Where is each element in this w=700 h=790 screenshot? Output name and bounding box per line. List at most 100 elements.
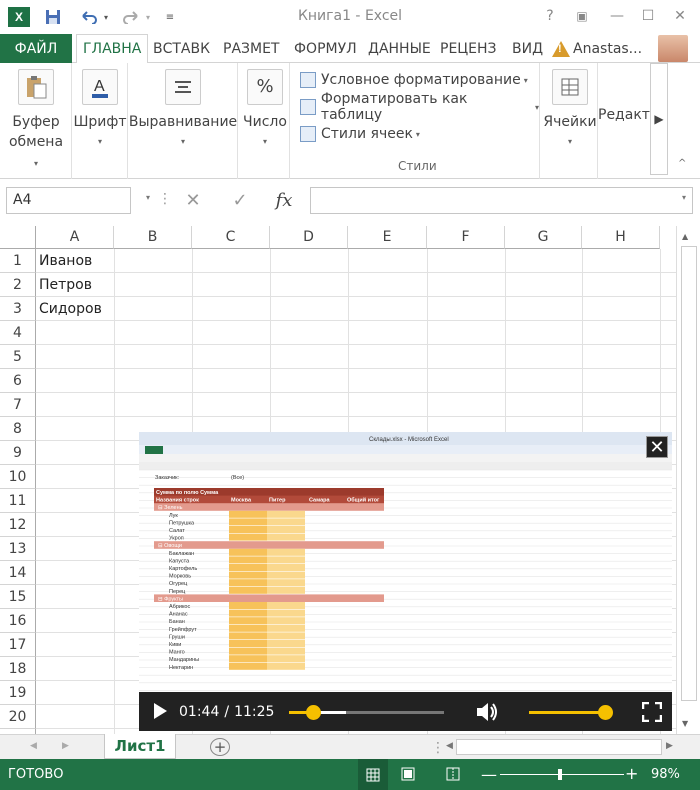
- help-button[interactable]: ?: [537, 6, 563, 26]
- avatar[interactable]: [658, 35, 688, 62]
- row-header-17[interactable]: 17: [0, 633, 36, 657]
- scroll-up-icon[interactable]: ▲: [682, 232, 688, 241]
- row-header-20[interactable]: 20: [0, 705, 36, 729]
- horizontal-scrollbar[interactable]: [456, 739, 662, 755]
- font-button[interactable]: A Шрифт ▾: [73, 69, 127, 152]
- format-as-table-label: Форматировать как таблицу: [320, 91, 468, 123]
- column-header-c[interactable]: C: [192, 226, 270, 249]
- cell-styles-button[interactable]: Стили ячеек ▾: [300, 123, 420, 145]
- ribbon-display-options-icon[interactable]: ▣: [569, 6, 595, 26]
- tab-view[interactable]: ВИД: [506, 34, 549, 63]
- cancel-entry-icon[interactable]: ✕: [173, 187, 213, 214]
- column-header-f[interactable]: F: [427, 226, 505, 249]
- column-header-a[interactable]: A: [36, 226, 114, 249]
- cell-a3[interactable]: Сидоров: [39, 297, 102, 321]
- alignment-button[interactable]: Выравнивание ▾: [129, 69, 237, 152]
- sheet-tab-list1[interactable]: Лист1: [104, 734, 176, 759]
- row-header-2[interactable]: 2: [0, 273, 36, 297]
- volume-icon[interactable]: [475, 701, 499, 726]
- seek-bar[interactable]: [289, 705, 444, 720]
- close-window-button[interactable]: ✕: [667, 6, 693, 26]
- next-sheet-icon[interactable]: ▶: [62, 741, 69, 751]
- name-box-dropdown-icon[interactable]: ▾: [146, 193, 150, 202]
- tab-file[interactable]: ФАЙЛ: [0, 34, 72, 63]
- ribbon-scroll-right[interactable]: ▶: [650, 63, 668, 175]
- row-header-10[interactable]: 10: [0, 465, 36, 489]
- name-box[interactable]: A4: [6, 187, 131, 214]
- insert-function-button[interactable]: fx: [264, 187, 304, 214]
- row-header-7[interactable]: 7: [0, 393, 36, 417]
- zoom-level[interactable]: 98%: [651, 767, 680, 782]
- thumb-heat-cell: [267, 609, 305, 617]
- column-header-b[interactable]: B: [114, 226, 192, 249]
- tab-home[interactable]: ГЛАВНА: [76, 34, 149, 64]
- conditional-formatting-button[interactable]: Условное форматирование ▾: [300, 69, 528, 91]
- scroll-down-icon[interactable]: ▼: [682, 719, 688, 728]
- confirm-entry-icon[interactable]: ✓: [220, 187, 260, 214]
- cell-a1[interactable]: Иванов: [39, 249, 92, 273]
- cells-button[interactable]: Ячейки ▾: [542, 69, 598, 152]
- player-controls: 01:44 / 11:25: [139, 692, 672, 731]
- row-header-6[interactable]: 6: [0, 369, 36, 393]
- row-header-14[interactable]: 14: [0, 561, 36, 585]
- fullscreen-icon[interactable]: [641, 701, 663, 725]
- row-header-18[interactable]: 18: [0, 657, 36, 681]
- tab-formulas[interactable]: ФОРМУЛ: [288, 34, 363, 63]
- add-sheet-button[interactable]: +: [210, 738, 230, 756]
- tab-data[interactable]: ДАННЫЕ: [362, 34, 437, 63]
- row-header-16[interactable]: 16: [0, 609, 36, 633]
- row-header-13[interactable]: 13: [0, 537, 36, 561]
- time-display: 01:44 / 11:25: [179, 692, 274, 731]
- volume-handle[interactable]: [598, 705, 613, 720]
- row-header-12[interactable]: 12: [0, 513, 36, 537]
- format-as-table-button[interactable]: Форматировать как таблицу ▾: [300, 91, 539, 123]
- volume-slider[interactable]: [529, 705, 613, 720]
- select-all-corner[interactable]: [0, 226, 36, 249]
- formula-input[interactable]: [310, 187, 693, 214]
- normal-view-icon[interactable]: [358, 759, 388, 790]
- row-header-8[interactable]: 8: [0, 417, 36, 441]
- scroll-right-icon[interactable]: ▶: [666, 741, 673, 751]
- row-header-4[interactable]: 4: [0, 321, 36, 345]
- scrollbar-thumb[interactable]: [681, 246, 697, 701]
- user-account[interactable]: Anastas...: [552, 34, 642, 63]
- clipboard-button[interactable]: Буфер обмена ▾: [6, 69, 66, 174]
- page-layout-icon[interactable]: [401, 767, 415, 784]
- tab-review[interactable]: РЕЦЕНЗ: [434, 34, 503, 63]
- row-header-5[interactable]: 5: [0, 345, 36, 369]
- tab-insert[interactable]: ВСТАВК: [147, 34, 216, 63]
- column-header-e[interactable]: E: [348, 226, 427, 249]
- user-name: Anastas...: [573, 40, 643, 57]
- maximize-button[interactable]: ☐: [635, 6, 661, 26]
- prev-sheet-icon[interactable]: ◀: [30, 741, 37, 751]
- vertical-scrollbar[interactable]: ▲ ▼: [676, 226, 700, 734]
- row-header-9[interactable]: 9: [0, 441, 36, 465]
- column-header-d[interactable]: D: [270, 226, 348, 249]
- column-header-h[interactable]: H: [582, 226, 660, 249]
- thumbnail-title: Склады.xlsx - Microsoft Excel: [369, 437, 449, 443]
- zoom-in-icon[interactable]: +: [625, 764, 638, 783]
- number-button[interactable]: % Число ▾: [240, 69, 290, 152]
- video-player[interactable]: Склады.xlsx - Microsoft Excel Заказчик: (…: [139, 432, 672, 731]
- zoom-slider[interactable]: [500, 774, 624, 775]
- scroll-left-icon[interactable]: ◀: [446, 741, 453, 751]
- close-video-button[interactable]: ✕: [646, 436, 668, 458]
- collapse-ribbon-icon[interactable]: ^: [678, 158, 686, 169]
- row-header-11[interactable]: 11: [0, 489, 36, 513]
- play-icon[interactable]: [152, 702, 168, 723]
- seek-handle[interactable]: [305, 705, 321, 720]
- thumb-row-name: Картофель: [169, 566, 197, 572]
- column-header-g[interactable]: G: [505, 226, 582, 249]
- minimize-button[interactable]: —: [604, 6, 630, 26]
- editing-button[interactable]: Редакти: [598, 107, 650, 123]
- row-header-15[interactable]: 15: [0, 585, 36, 609]
- expand-formula-bar-icon[interactable]: ▾: [682, 193, 686, 202]
- row-header-3[interactable]: 3: [0, 297, 36, 321]
- zoom-handle[interactable]: [558, 769, 562, 780]
- cell-a2[interactable]: Петров: [39, 273, 92, 297]
- row-header-19[interactable]: 19: [0, 681, 36, 705]
- tab-page-layout[interactable]: РАЗМЕТ: [217, 34, 285, 63]
- row-header-1[interactable]: 1: [0, 249, 36, 273]
- zoom-out-icon[interactable]: —: [481, 765, 497, 784]
- page-break-icon[interactable]: [446, 767, 460, 784]
